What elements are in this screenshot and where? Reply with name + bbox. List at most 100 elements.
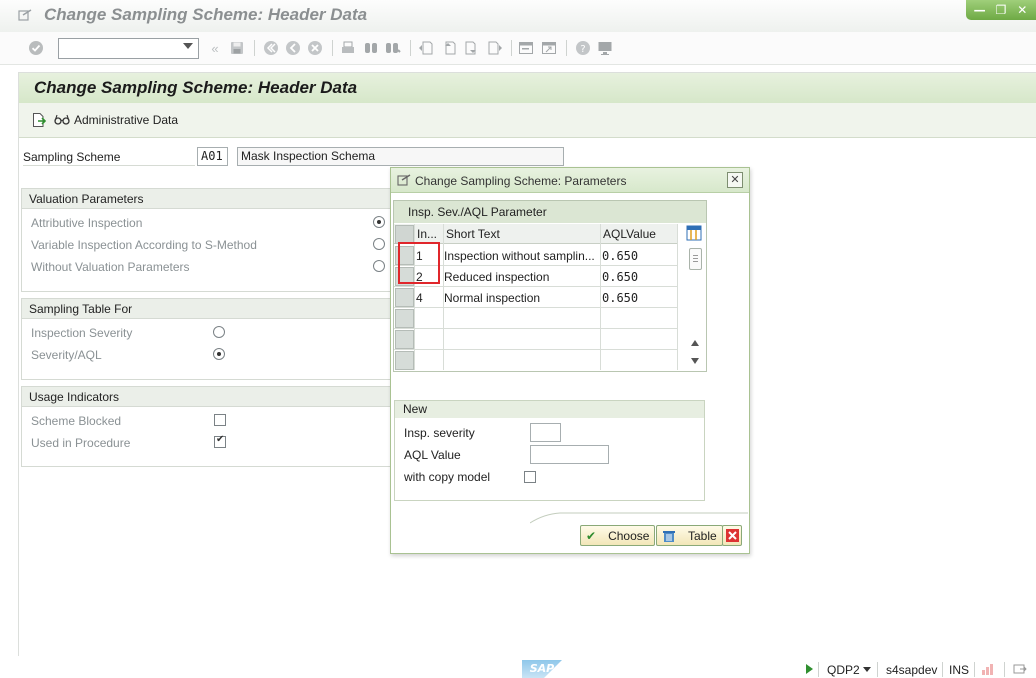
table-settings-icon[interactable] <box>686 225 702 241</box>
page-next-icon[interactable] <box>464 40 480 56</box>
column-header-short-text[interactable]: Short Text <box>446 227 500 241</box>
create-session-icon[interactable] <box>518 40 534 56</box>
insert-mode[interactable]: INS <box>949 663 969 677</box>
choose-button[interactable]: ✔ Choose <box>580 525 656 546</box>
highlight-box <box>398 242 440 284</box>
find-icon[interactable] <box>363 40 379 56</box>
attributive-inspection-radio[interactable] <box>373 216 385 228</box>
row-selector[interactable] <box>395 288 414 307</box>
variable-inspection-radio[interactable] <box>373 238 385 250</box>
other-object-icon[interactable] <box>31 112 47 128</box>
label-underline <box>23 165 195 166</box>
toolbar-separator <box>410 40 411 56</box>
help-icon[interactable]: ? <box>575 40 591 56</box>
sampling-scheme-description-field[interactable]: Mask Inspection Schema <box>237 147 564 166</box>
table-title: Insp. Sev./AQL Parameter <box>394 201 706 223</box>
inspection-severity-radio[interactable] <box>213 326 225 338</box>
chevron-down-icon[interactable] <box>183 43 193 49</box>
insp-severity-label: Insp. severity <box>404 426 475 440</box>
scroll-thumb[interactable] <box>689 248 702 270</box>
toolbar-separator <box>254 40 255 56</box>
window-controls: — ❐ ✕ <box>966 0 1036 20</box>
status-separator <box>942 662 943 677</box>
administrative-data-button[interactable]: Administrative Data <box>54 110 178 130</box>
play-icon[interactable] <box>806 664 813 674</box>
cancel-icon <box>725 529 739 542</box>
shortcut-icon[interactable] <box>541 40 557 56</box>
row-short-text-cell[interactable]: Reduced inspection <box>444 270 599 284</box>
row-severity-cell[interactable]: 4 <box>416 291 442 305</box>
cancel-icon[interactable] <box>307 40 323 56</box>
row-aql-cell[interactable]: 0.650 <box>602 249 676 263</box>
row-short-text-cell[interactable]: Inspection without samplin... <box>444 249 599 263</box>
back-icon[interactable]: « <box>207 40 223 56</box>
row-selector[interactable] <box>395 309 414 328</box>
grid-line <box>394 349 678 350</box>
performance-icon[interactable] <box>981 662 995 676</box>
page-last-icon[interactable] <box>487 40 503 56</box>
row-selector[interactable] <box>395 330 414 349</box>
copy-model-checkbox[interactable] <box>524 471 536 483</box>
resize-icon[interactable] <box>1012 662 1028 676</box>
minimize-icon[interactable]: — <box>972 3 988 18</box>
scheme-blocked-label: Scheme Blocked <box>31 414 122 428</box>
aql-value-label: AQL Value <box>404 448 461 462</box>
column-header-severity[interactable]: In... <box>417 227 437 241</box>
close-icon[interactable]: ✕ <box>1014 3 1030 18</box>
scroll-up-icon[interactable] <box>691 340 699 346</box>
scheme-blocked-checkbox[interactable] <box>214 414 226 426</box>
page-title: Change Sampling Scheme: Header Data <box>34 78 358 97</box>
glasses-icon <box>54 114 70 125</box>
row-short-text-cell[interactable]: Normal inspection <box>444 291 599 305</box>
row-aql-cell[interactable]: 0.650 <box>602 291 676 305</box>
print-icon[interactable] <box>340 40 356 56</box>
page-previous-icon[interactable] <box>441 40 457 56</box>
without-valuation-label: Without Valuation Parameters <box>31 260 190 274</box>
find-next-icon[interactable] <box>385 40 401 56</box>
severity-aql-label: Severity/AQL <box>31 348 102 362</box>
grid-line <box>394 286 678 287</box>
sampling-table-for-title: Sampling Table For <box>22 299 390 319</box>
trash-icon <box>663 530 675 542</box>
table-button[interactable]: Table <box>656 525 723 546</box>
status-separator <box>818 662 819 677</box>
status-bar <box>0 656 1036 678</box>
column-header-aql[interactable]: AQLValue <box>603 227 656 241</box>
previous-page-icon[interactable] <box>285 40 301 56</box>
sampling-scheme-label: Sampling Scheme <box>23 150 121 164</box>
used-in-procedure-checkbox[interactable] <box>214 434 226 448</box>
without-valuation-radio[interactable] <box>373 260 385 272</box>
status-separator <box>974 662 975 677</box>
used-in-procedure-label: Used in Procedure <box>31 436 131 450</box>
new-group-title: New <box>395 401 704 418</box>
menu-icon[interactable] <box>18 9 32 21</box>
table-label: Table <box>688 528 717 543</box>
cancel-button[interactable] <box>722 525 742 546</box>
first-page-icon[interactable] <box>263 40 279 56</box>
window-title: Change Sampling Scheme: Header Data <box>44 5 368 24</box>
scroll-down-icon[interactable] <box>691 358 699 364</box>
row-aql-cell[interactable]: 0.650 <box>602 270 676 284</box>
enter-icon[interactable] <box>28 40 44 56</box>
page-first-icon[interactable] <box>418 40 434 56</box>
dialog-title: Change Sampling Scheme: Parameters <box>415 174 627 188</box>
layout-icon[interactable] <box>597 40 613 56</box>
toolbar-separator <box>511 40 512 56</box>
toolbar-separator <box>332 40 333 56</box>
aql-value-input[interactable] <box>530 445 609 464</box>
chevron-down-icon[interactable] <box>863 667 871 672</box>
grid-line <box>394 328 678 329</box>
system-name[interactable]: QDP2 <box>827 663 860 677</box>
maximize-icon[interactable]: ❐ <box>993 3 1009 18</box>
severity-aql-radio[interactable] <box>213 348 225 360</box>
save-icon[interactable] <box>229 40 245 56</box>
footer-separator <box>530 512 748 524</box>
svg-text:?: ? <box>580 44 585 55</box>
command-field[interactable] <box>58 38 199 59</box>
insp-severity-input[interactable] <box>530 423 561 442</box>
dialog-menu-icon[interactable] <box>397 174 411 186</box>
sampling-scheme-code-field[interactable]: A01 <box>197 147 228 166</box>
choose-label: Choose <box>608 528 650 543</box>
close-icon[interactable]: ✕ <box>727 172 743 188</box>
row-selector[interactable] <box>395 351 414 370</box>
